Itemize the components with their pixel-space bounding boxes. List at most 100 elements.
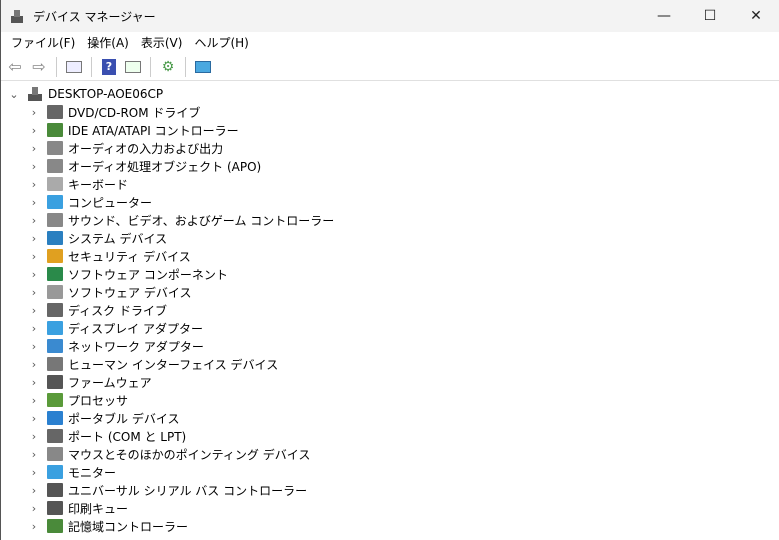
chevron-right-icon[interactable]: ›	[27, 358, 41, 371]
tree-item[interactable]: › オーディオ処理オブジェクト (APO)	[1, 157, 779, 175]
tree-item[interactable]: › ポータブル デバイス	[1, 409, 779, 427]
tree-item-label: プロセッサ	[68, 393, 129, 408]
chevron-right-icon[interactable]: ›	[27, 394, 41, 407]
back-icon[interactable]: ⇦	[5, 57, 25, 77]
chevron-right-icon[interactable]: ›	[27, 466, 41, 479]
speaker-icon	[47, 141, 63, 155]
chevron-right-icon[interactable]: ›	[27, 106, 41, 119]
tree-item-label: ソフトウェア コンポーネント	[68, 267, 228, 282]
chevron-right-icon[interactable]: ›	[27, 304, 41, 317]
tree-item[interactable]: › 記憶域コントローラー	[1, 517, 779, 535]
tree-item-label: システム デバイス	[68, 231, 168, 246]
network-adapter-icon	[47, 339, 63, 353]
tree-item[interactable]: › ソフトウェア デバイス	[1, 283, 779, 301]
chevron-right-icon[interactable]: ›	[27, 430, 41, 443]
ide-controller-icon	[47, 123, 63, 137]
chevron-right-icon[interactable]: ›	[27, 214, 41, 227]
tree-item-label: ヒューマン インターフェイス デバイス	[68, 357, 279, 372]
chevron-right-icon[interactable]: ›	[27, 124, 41, 137]
tree-root[interactable]: ⌄ DESKTOP-AOE06CP	[1, 85, 779, 103]
tree-item[interactable]: › モニター	[1, 463, 779, 481]
tree-item[interactable]: › ディスプレイ アダプター	[1, 319, 779, 337]
chevron-right-icon[interactable]: ›	[27, 412, 41, 425]
tree-item-label: ソフトウェア デバイス	[68, 285, 192, 300]
tree-item[interactable]: › オーディオの入力および出力	[1, 139, 779, 157]
tree-item-label: ファームウェア	[68, 375, 152, 390]
system-folder-icon	[47, 231, 63, 245]
tree-item-label: サウンド、ビデオ、およびゲーム コントローラー	[68, 213, 335, 228]
tree-item[interactable]: › ネットワーク アダプター	[1, 337, 779, 355]
display-adapter-icon	[47, 321, 63, 335]
chevron-right-icon[interactable]: ›	[27, 502, 41, 515]
tree-item[interactable]: › 印刷キュー	[1, 499, 779, 517]
chevron-right-icon[interactable]: ›	[27, 448, 41, 461]
tree-item-label: IDE ATA/ATAPI コントローラー	[68, 123, 239, 138]
tree-root-label: DESKTOP-AOE06CP	[48, 87, 164, 101]
tree-item[interactable]: › コンピューター	[1, 193, 779, 211]
chevron-right-icon[interactable]: ›	[27, 484, 41, 497]
tree-item[interactable]: › IDE ATA/ATAPI コントローラー	[1, 121, 779, 139]
chevron-right-icon[interactable]: ›	[27, 250, 41, 263]
tree-item[interactable]: › ヒューマン インターフェイス デバイス	[1, 355, 779, 373]
toolbar-separator	[56, 56, 57, 77]
chevron-right-icon[interactable]: ›	[27, 286, 41, 299]
security-key-icon	[47, 249, 63, 263]
toolbar: ⇦ ⇨ ? ⚙	[1, 53, 779, 81]
tree-item[interactable]: › ユニバーサル シリアル バス コントローラー	[1, 481, 779, 499]
menu-help[interactable]: ヘルプ(H)	[188, 34, 254, 51]
chevron-right-icon[interactable]: ›	[27, 142, 41, 155]
tree-item[interactable]: › システム デバイス	[1, 229, 779, 247]
chevron-right-icon[interactable]: ›	[27, 160, 41, 173]
chevron-right-icon[interactable]: ›	[27, 376, 41, 389]
update-driver-icon[interactable]: ⚙	[158, 57, 178, 77]
device-manager-icon	[9, 8, 25, 24]
keyboard-icon	[47, 177, 63, 191]
chevron-right-icon[interactable]: ›	[27, 322, 41, 335]
tree-item[interactable]: › セキュリティ デバイス	[1, 247, 779, 265]
chevron-down-icon[interactable]: ⌄	[7, 88, 21, 101]
chevron-right-icon[interactable]: ›	[27, 178, 41, 191]
device-tree: ⌄ DESKTOP-AOE06CP › DVD/CD-ROM ドライブ › IDE A…	[1, 81, 779, 535]
chevron-right-icon[interactable]: ›	[27, 232, 41, 245]
close-button[interactable]: ✕	[733, 0, 779, 32]
tree-item[interactable]: › ソフトウェア コンポーネント	[1, 265, 779, 283]
mouse-icon	[47, 447, 63, 461]
chevron-right-icon[interactable]: ›	[27, 340, 41, 353]
menu-view[interactable]: 表示(V)	[135, 34, 189, 51]
toolbar-separator	[91, 56, 92, 77]
chevron-right-icon[interactable]: ›	[27, 268, 41, 281]
storage-controller-icon	[47, 519, 63, 533]
maximize-button[interactable]: ☐	[687, 0, 733, 32]
tree-item[interactable]: › サウンド、ビデオ、およびゲーム コントローラー	[1, 211, 779, 229]
processor-icon	[47, 393, 63, 407]
dvd-drive-icon	[47, 105, 63, 119]
minimize-button[interactable]: —	[641, 0, 687, 32]
tree-item[interactable]: › マウスとそのほかのポインティング デバイス	[1, 445, 779, 463]
toolbar-separator	[150, 56, 151, 77]
tree-item[interactable]: › ディスク ドライブ	[1, 301, 779, 319]
speaker-icon	[47, 159, 63, 173]
tree-item-label: ポート (COM と LPT)	[68, 429, 187, 444]
tree-item[interactable]: › キーボード	[1, 175, 779, 193]
scan-hardware-icon[interactable]	[193, 57, 213, 77]
forward-icon[interactable]: ⇨	[29, 57, 49, 77]
show-hide-console-tree-icon[interactable]	[64, 57, 84, 77]
chevron-right-icon[interactable]: ›	[27, 520, 41, 533]
window-title: デバイス マネージャー	[33, 9, 156, 24]
portable-device-icon	[47, 411, 63, 425]
tree-item-label: オーディオの入力および出力	[68, 141, 224, 156]
help-icon[interactable]: ?	[99, 57, 119, 77]
tree-item[interactable]: › DVD/CD-ROM ドライブ	[1, 103, 779, 121]
action-pane-icon[interactable]	[123, 57, 143, 77]
chevron-right-icon[interactable]: ›	[27, 196, 41, 209]
tree-item[interactable]: › ポート (COM と LPT)	[1, 427, 779, 445]
menu-action[interactable]: 操作(A)	[81, 34, 135, 51]
speaker-icon	[47, 213, 63, 227]
menu-file[interactable]: ファイル(F)	[5, 34, 81, 51]
tree-item-label: ネットワーク アダプター	[68, 339, 204, 354]
tree-item-label: DVD/CD-ROM ドライブ	[68, 105, 201, 120]
tree-item[interactable]: › プロセッサ	[1, 391, 779, 409]
tree-item[interactable]: › ファームウェア	[1, 373, 779, 391]
tree-item-label: ディスク ドライブ	[68, 303, 167, 318]
tree-item-label: コンピューター	[68, 195, 153, 210]
